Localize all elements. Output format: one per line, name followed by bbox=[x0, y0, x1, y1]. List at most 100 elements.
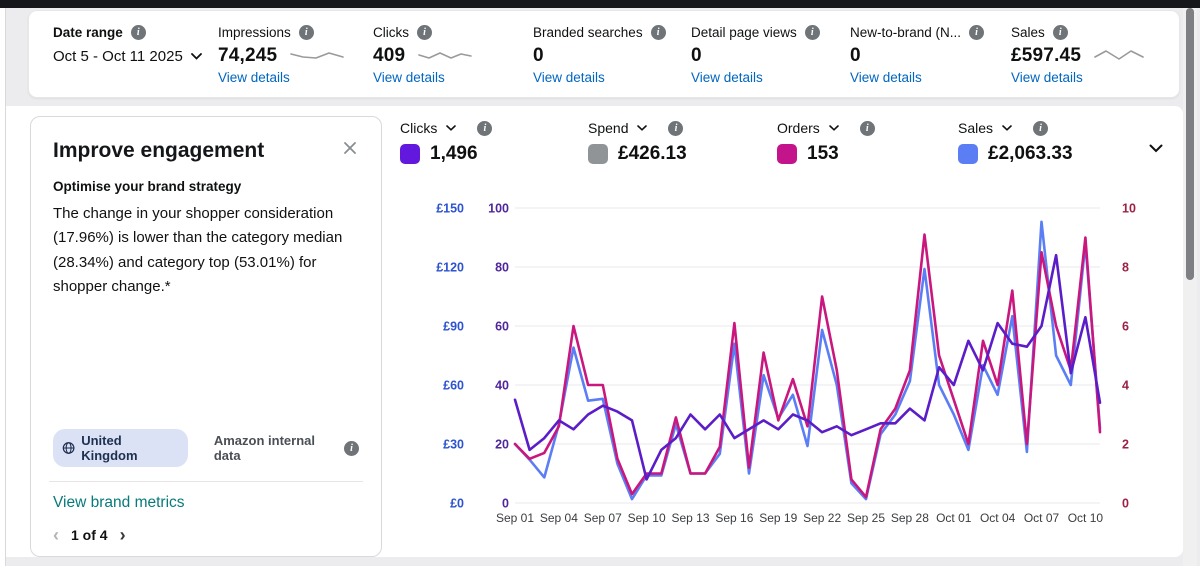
metric-selector-spend[interactable]: Spend i bbox=[588, 120, 687, 136]
clicks-sparkline bbox=[418, 52, 473, 59]
region-label: United Kingdom bbox=[81, 433, 138, 463]
metric-selector-clicks[interactable]: Clicks i bbox=[400, 120, 493, 136]
chart-metric-orders: Orders i 153 bbox=[777, 120, 875, 165]
collapse-chart-icon[interactable] bbox=[1149, 140, 1163, 158]
insight-body: The change in your shopper consideration… bbox=[53, 205, 343, 295]
info-icon[interactable]: i bbox=[1052, 25, 1068, 40]
impressions-sparkline bbox=[290, 52, 345, 59]
chart-metric-sales: Sales i £2,063.33 bbox=[958, 120, 1073, 165]
svg-text:Oct 04: Oct 04 bbox=[980, 511, 1016, 525]
metric-value: 0 bbox=[850, 45, 861, 66]
metric-selector-label: Orders bbox=[777, 120, 820, 136]
close-icon[interactable] bbox=[341, 139, 359, 162]
info-icon[interactable]: i bbox=[417, 25, 432, 40]
chart-metric-clicks: Clicks i 1,496 bbox=[400, 120, 493, 165]
metric-value: £2,063.33 bbox=[988, 143, 1073, 164]
svg-text:Sep 10: Sep 10 bbox=[628, 511, 666, 525]
chevron-down-icon bbox=[828, 125, 839, 131]
metric-selector-label: Sales bbox=[958, 120, 994, 136]
metric-value: 409 bbox=[373, 45, 406, 66]
info-icon[interactable]: i bbox=[344, 440, 359, 456]
chevron-down-icon bbox=[1002, 125, 1012, 131]
metric-value: 0 bbox=[691, 45, 702, 66]
svg-text:Sep 07: Sep 07 bbox=[584, 511, 622, 525]
view-details-link[interactable]: View details bbox=[691, 70, 850, 85]
svg-text:£90: £90 bbox=[443, 320, 464, 334]
info-icon[interactable]: i bbox=[130, 25, 146, 40]
info-icon[interactable]: i bbox=[1033, 120, 1049, 136]
svg-text:Sep 01: Sep 01 bbox=[496, 511, 534, 525]
view-details-link[interactable]: View details bbox=[533, 70, 691, 85]
svg-text:Sep 04: Sep 04 bbox=[540, 511, 578, 525]
chevron-down-icon bbox=[637, 125, 648, 131]
metric-label: New-to-brand (N... bbox=[850, 25, 962, 40]
summary-metrics-bar: Date range i Oct 5 - Oct 11 2025 Impress… bbox=[28, 10, 1180, 98]
metric-selector-label: Clicks bbox=[400, 120, 438, 136]
view-brand-metrics-link[interactable]: View brand metrics bbox=[53, 494, 359, 512]
region-pill: United Kingdom bbox=[53, 429, 188, 467]
svg-text:20: 20 bbox=[495, 438, 509, 452]
chevron-down-icon bbox=[190, 53, 202, 60]
metric-label: Impressions bbox=[218, 25, 291, 40]
svg-text:0: 0 bbox=[502, 497, 509, 511]
date-range-block: Date range i Oct 5 - Oct 11 2025 bbox=[53, 25, 218, 97]
view-details-link[interactable]: View details bbox=[850, 70, 1011, 85]
svg-text:Oct 07: Oct 07 bbox=[1024, 511, 1060, 525]
metric-value: 153 bbox=[807, 143, 839, 164]
svg-text:Oct 01: Oct 01 bbox=[936, 511, 972, 525]
svg-text:4: 4 bbox=[1122, 379, 1129, 393]
info-icon[interactable]: i bbox=[969, 25, 985, 40]
info-icon[interactable]: i bbox=[668, 120, 684, 136]
metric-value: 74,245 bbox=[218, 45, 278, 66]
svg-text:40: 40 bbox=[495, 379, 509, 393]
chart-section: Clicks i 1,496 Spend i £426.13 Orders i … bbox=[390, 112, 1175, 553]
svg-text:£0: £0 bbox=[450, 497, 464, 511]
svg-text:Sep 25: Sep 25 bbox=[847, 511, 885, 525]
spend-color-swatch bbox=[588, 144, 608, 164]
info-icon[interactable]: i bbox=[477, 120, 493, 136]
svg-text:Sep 16: Sep 16 bbox=[715, 511, 753, 525]
metric-label: Sales bbox=[1011, 25, 1045, 40]
date-range-dropdown[interactable]: Oct 5 - Oct 11 2025 bbox=[53, 48, 218, 65]
view-details-link[interactable]: View details bbox=[1011, 70, 1171, 85]
clicks-color-swatch bbox=[400, 144, 420, 164]
main-panel: Improve engagement Optimise your brand s… bbox=[6, 106, 1183, 557]
pagination-prev-icon[interactable]: ‹ bbox=[53, 526, 59, 544]
metric-value: 1,496 bbox=[430, 143, 478, 164]
performance-line-chart[interactable]: £150 100 10£120 80 8£90 60 6£60 40 4£30 20 2£0 0 0Se… bbox=[418, 188, 1158, 538]
info-icon[interactable]: i bbox=[298, 25, 314, 40]
view-details-link[interactable]: View details bbox=[218, 70, 373, 85]
data-source-label: Amazon internal data bbox=[213, 433, 315, 463]
card-pagination: ‹ 1 of 4 › bbox=[53, 526, 359, 544]
info-icon[interactable]: i bbox=[804, 25, 820, 40]
metric-label: Branded searches bbox=[533, 25, 643, 40]
scrollbar-thumb[interactable] bbox=[1186, 8, 1194, 280]
insight-subtitle: Optimise your brand strategy bbox=[53, 179, 242, 194]
scrollbar-track bbox=[1183, 8, 1197, 566]
summary-metric-new-to-brand: New-to-brand (N... i 0 View details bbox=[850, 25, 1011, 97]
svg-text:0: 0 bbox=[1122, 497, 1129, 511]
summary-metric-clicks: Clicks i 409 View details bbox=[373, 25, 533, 97]
divider bbox=[49, 481, 363, 482]
svg-text:8: 8 bbox=[1122, 261, 1129, 275]
summary-metric-sales: Sales i £597.45 View details bbox=[1011, 25, 1171, 97]
pagination-next-icon[interactable]: › bbox=[120, 526, 126, 544]
sales-color-swatch bbox=[958, 144, 978, 164]
info-icon[interactable]: i bbox=[650, 25, 666, 40]
metric-selector-orders[interactable]: Orders i bbox=[777, 120, 875, 136]
sales-sparkline bbox=[1094, 50, 1144, 60]
info-icon[interactable]: i bbox=[859, 120, 875, 136]
svg-text:Sep 13: Sep 13 bbox=[671, 511, 709, 525]
view-details-link[interactable]: View details bbox=[373, 70, 533, 85]
svg-text:Oct 10: Oct 10 bbox=[1068, 511, 1104, 525]
svg-text:100: 100 bbox=[488, 202, 509, 216]
orders-color-swatch bbox=[777, 144, 797, 164]
svg-text:6: 6 bbox=[1122, 320, 1129, 334]
svg-text:£60: £60 bbox=[443, 379, 464, 393]
pagination-status: 1 of 4 bbox=[71, 527, 108, 543]
metric-value: 0 bbox=[533, 45, 544, 66]
chevron-down-icon bbox=[446, 125, 457, 131]
brand-metrics-dashboard: { "top_metrics": { "date_range": { "labe… bbox=[0, 0, 1200, 566]
svg-text:80: 80 bbox=[495, 261, 509, 275]
metric-selector-sales[interactable]: Sales i bbox=[958, 120, 1073, 136]
